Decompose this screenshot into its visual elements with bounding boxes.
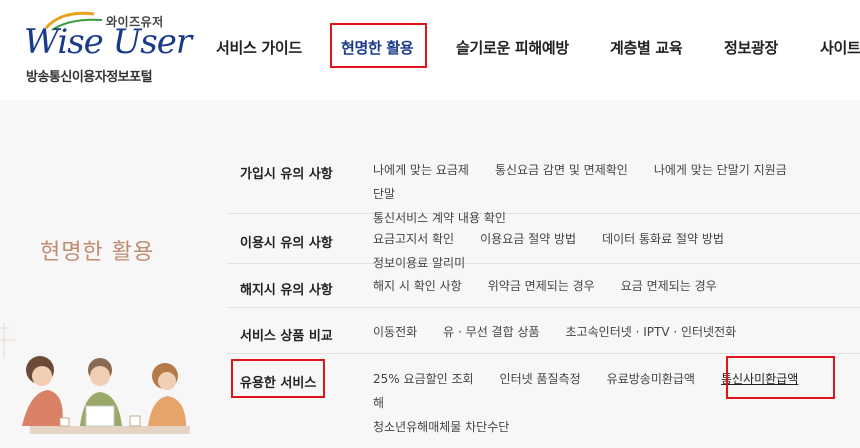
row-title-usage: 이용시 유의 사항 (240, 236, 333, 251)
logo-sub-text: 방송통신이용자정보포털 (26, 70, 153, 85)
logo-main-text: Wise User (24, 22, 192, 62)
link-device-more[interactable]: 단말 (373, 182, 395, 206)
link-paytv-refund[interactable]: 유료방송미환급액 (607, 367, 695, 391)
link-fee-exempt[interactable]: 요금 면제되는 경우 (621, 274, 717, 298)
link-usage-saving[interactable]: 이용요금 절약 방법 (480, 227, 576, 251)
row-links-cancel: 해지 시 확인 사항 위약금 면제되는 경우 요금 면제되는 경우 (373, 274, 860, 298)
link-fee-reduction[interactable]: 통신요금 감면 및 면제확인 (495, 158, 628, 182)
link-youth-block[interactable]: 청소년유해매체물 차단수단 (373, 415, 509, 439)
link-penalty-exempt[interactable]: 위약금 면제되는 경우 (488, 274, 595, 298)
gnb-item-info-square[interactable]: 정보광장 (724, 37, 778, 58)
link-discount-check[interactable]: 25% 요금할인 조회 (373, 367, 474, 391)
gnb-item-site[interactable]: 사이트 (820, 37, 860, 58)
highlight-box-useful-service (231, 359, 325, 398)
link-bill-check[interactable]: 요금고지서 확인 (373, 227, 454, 251)
link-rate-plan[interactable]: 나에게 맞는 요금제 (373, 158, 469, 182)
section-title: 현명한 활용 (40, 240, 155, 265)
row-title-cancel: 해지시 유의 사항 (240, 283, 333, 298)
site-header: 와이즈유저 Wise User 방송통신이용자정보포털 서비스 가이드 현명한 … (0, 0, 860, 100)
highlight-box-telecom-refund (726, 356, 835, 399)
link-data-saving[interactable]: 데이터 통화료 절약 방법 (602, 227, 724, 251)
link-mobile[interactable]: 이동전화 (373, 320, 417, 344)
gnb-item-education[interactable]: 계층별 교육 (610, 37, 683, 58)
row-links-compare: 이동전화 유 · 무선 결합 상품 초고속인터넷 · IPTV · 인터넷전화 (373, 320, 860, 344)
site-logo[interactable]: 와이즈유저 Wise User 방송통신이용자정보포털 (22, 8, 192, 88)
row-title-signup: 가입시 유의 사항 (240, 167, 333, 182)
gnb-item-service-guide[interactable]: 서비스 가이드 (216, 37, 302, 58)
link-internet-quality[interactable]: 인터넷 품질측정 (500, 367, 581, 391)
menu-row-usage: 이용시 유의 사항 요금고지서 확인 이용요금 절약 방법 데이터 통화료 절약 방… (227, 214, 860, 270)
gnb-item-damage-prevention[interactable]: 슬기로운 피해예방 (456, 37, 569, 58)
link-cancel-check[interactable]: 해지 시 확인 사항 (373, 274, 462, 298)
link-device-subsidy[interactable]: 나에게 맞는 단말기 지원금 (654, 158, 787, 182)
highlight-box-gnb (330, 23, 427, 68)
link-bundle[interactable]: 유 · 무선 결합 상품 (443, 320, 539, 344)
menu-row-signup: 가입시 유의 사항 나에게 맞는 요금제 통신요금 감면 및 면제확인 나에게 맞는… (227, 150, 860, 225)
link-internet-iptv[interactable]: 초고속인터넷 · IPTV · 인터넷전화 (566, 320, 737, 344)
menu-row-cancel: 해지시 유의 사항 해지 시 확인 사항 위약금 면제되는 경우 요금 면제되는 경… (227, 264, 860, 308)
link-useful-more[interactable]: 해 (373, 391, 384, 415)
row-title-compare: 서비스 상품 비교 (240, 329, 333, 344)
people-illustration-icon (0, 318, 210, 448)
menu-row-compare: 서비스 상품 비교 이동전화 유 · 무선 결합 상품 초고속인터넷 · IPTV … (227, 308, 860, 354)
